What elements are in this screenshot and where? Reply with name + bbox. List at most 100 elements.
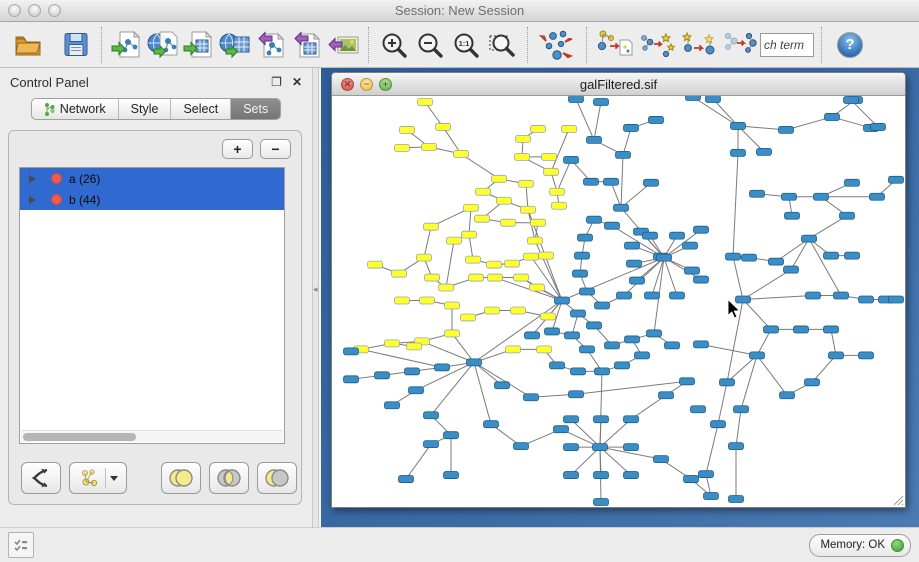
set-row-a[interactable]: a (26): [20, 168, 284, 189]
zoom-out-button[interactable]: [412, 25, 448, 65]
tab-network[interactable]: Network: [32, 99, 119, 119]
import-network-web-button[interactable]: [145, 25, 181, 65]
toolbar-separator: [586, 27, 587, 63]
tab-select-label: Select: [183, 102, 218, 116]
import-table-web-button[interactable]: [217, 25, 253, 65]
window-title: Session: New Session: [0, 3, 919, 18]
zoom-actual-button[interactable]: 1:1: [448, 25, 484, 65]
float-panel-button[interactable]: ❐: [271, 75, 282, 89]
zoom-in-button[interactable]: [376, 25, 412, 65]
frame-minimize-button[interactable]: −: [360, 78, 373, 91]
help-label: ?: [845, 36, 854, 53]
network-window[interactable]: ✕ − + galFiltered.sif: [331, 72, 906, 508]
export-image-button[interactable]: [325, 25, 361, 65]
memory-status-label: Memory: OK: [820, 539, 885, 551]
extract-network-button[interactable]: [69, 462, 127, 494]
import-table-web-icon: [218, 29, 252, 61]
difference-sets-button[interactable]: [257, 462, 297, 494]
dropdown-arrow-icon[interactable]: [110, 476, 118, 481]
set-label: b (44): [69, 193, 100, 207]
toolbar-separator: [821, 27, 822, 63]
expand-selection-icon: [680, 28, 718, 62]
status-bar: Memory: OK: [0, 527, 919, 562]
difference-icon: [263, 468, 291, 488]
intersection-icon: [215, 468, 243, 488]
open-session-button[interactable]: [10, 25, 46, 65]
search-input[interactable]: [760, 33, 814, 57]
select-first-neighbors-button[interactable]: [636, 25, 678, 65]
minimize-window-button[interactable]: [28, 4, 41, 17]
svg-text:1:1: 1:1: [459, 39, 470, 48]
split-arrows-icon: [30, 467, 52, 489]
main-toolbar: 1:1: [0, 22, 919, 68]
tab-style[interactable]: Style: [119, 99, 172, 119]
save-session-button[interactable]: [58, 25, 94, 65]
apply-layout-button[interactable]: [535, 25, 579, 65]
import-network-file-icon: [111, 29, 143, 61]
intersection-sets-button[interactable]: [209, 462, 249, 494]
task-checklist-icon: [13, 537, 29, 553]
export-table-button[interactable]: [289, 25, 325, 65]
save-floppy-icon: [63, 31, 89, 58]
maximize-window-button[interactable]: [48, 4, 61, 17]
import-network-file-button[interactable]: [109, 25, 145, 65]
collapse-handle-icon[interactable]: ◂: [313, 284, 318, 295]
expand-selection-button[interactable]: [678, 25, 720, 65]
export-image-icon: [326, 29, 360, 61]
new-network-from-selection-button[interactable]: [594, 25, 636, 65]
network-canvas[interactable]: [332, 96, 905, 507]
expand-arrow-icon[interactable]: [29, 175, 36, 183]
network-from-selection-icon: [596, 28, 634, 62]
toolbar-separator: [368, 27, 369, 63]
network-window-titlebar[interactable]: ✕ − + galFiltered.sif: [332, 73, 905, 96]
union-icon: [167, 468, 195, 488]
zoom-fit-selected-button[interactable]: [484, 25, 520, 65]
set-row-b[interactable]: b (44): [20, 189, 284, 210]
export-network-button[interactable]: [253, 25, 289, 65]
close-panel-button[interactable]: ✕: [292, 75, 302, 89]
memory-status-button[interactable]: Memory: OK: [809, 534, 911, 557]
scrollbar-thumb[interactable]: [23, 433, 136, 441]
import-table-file-button[interactable]: [181, 25, 217, 65]
frame-close-button[interactable]: ✕: [341, 78, 354, 91]
split-sets-button[interactable]: [21, 462, 61, 494]
import-network-web-icon: [146, 29, 180, 61]
sets-list: a (26) b (44): [19, 167, 285, 444]
tab-select[interactable]: Select: [171, 99, 231, 119]
export-network-icon: [255, 29, 287, 61]
first-neighbors-icon: [638, 28, 676, 62]
resize-grip-icon[interactable]: [890, 492, 904, 506]
extract-network-icon: [79, 467, 101, 489]
network-graph[interactable]: [332, 96, 905, 507]
network-tab-icon: [44, 103, 55, 116]
control-panel-tabbar: Network Style Select Sets: [31, 98, 281, 120]
sets-panel: + − a (26) b (44): [8, 130, 302, 505]
tab-style-label: Style: [131, 102, 159, 116]
expand-arrow-icon[interactable]: [29, 196, 36, 204]
add-set-button[interactable]: +: [222, 139, 253, 159]
tab-sets-label: Sets: [243, 102, 268, 116]
memory-ok-indicator: [891, 539, 904, 552]
frame-maximize-button[interactable]: +: [379, 78, 392, 91]
toolbar-separator: [101, 27, 102, 63]
network-desktop: ✕ − + galFiltered.sif: [319, 68, 919, 527]
control-panel: Control Panel ❐ ✕ Network Style: [0, 68, 312, 527]
toolbar-separator: [527, 27, 528, 63]
zoom-fit-icon: [487, 30, 517, 60]
tab-sets[interactable]: Sets: [231, 99, 280, 119]
close-window-button[interactable]: [8, 4, 21, 17]
network-window-title: galFiltered.sif: [332, 77, 905, 92]
remove-set-button[interactable]: −: [260, 139, 291, 159]
zoom-out-icon: [415, 30, 445, 60]
hide-selection-icon: [722, 28, 758, 62]
export-table-icon: [291, 29, 323, 61]
help-button[interactable]: ?: [837, 32, 863, 58]
hide-selection-button[interactable]: [720, 25, 760, 65]
open-folder-icon: [13, 31, 43, 59]
layout-icon: [539, 28, 575, 62]
panel-splitter[interactable]: ◂: [312, 68, 319, 527]
set-color-icon: [51, 173, 62, 184]
horizontal-scrollbar[interactable]: [21, 430, 283, 442]
task-history-button[interactable]: [8, 532, 34, 558]
union-sets-button[interactable]: [161, 462, 201, 494]
